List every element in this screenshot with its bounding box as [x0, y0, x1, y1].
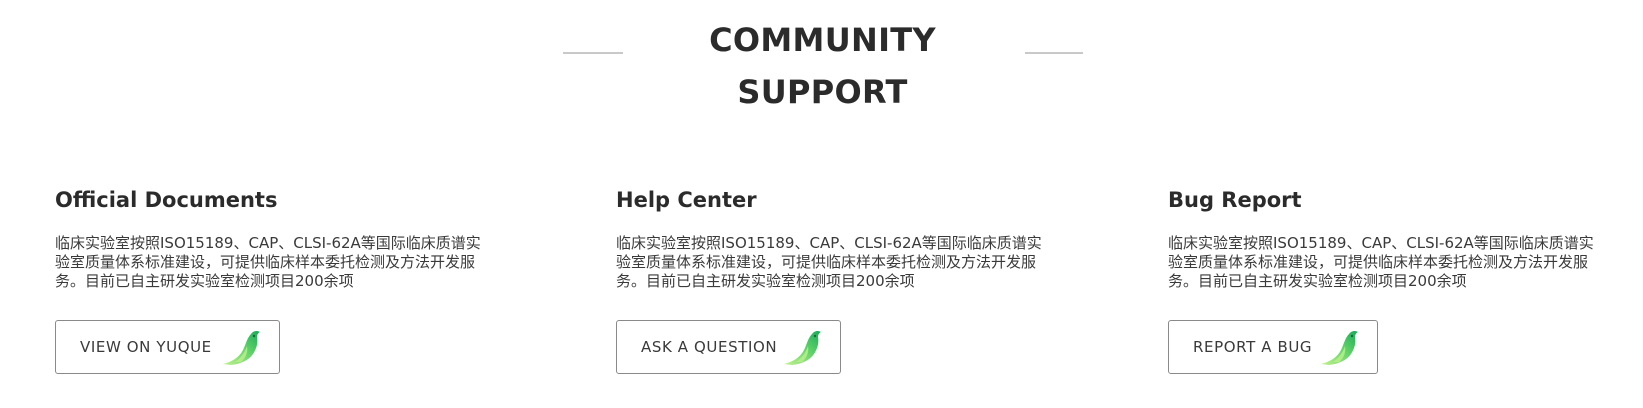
- button-label: VIEW ON YUQUE: [80, 338, 212, 356]
- button-label: REPORT A BUG: [1193, 338, 1313, 356]
- card-description: 临床实验室按照ISO15189、CAP、CLSI-62A等国际临床质谱实验室质量…: [616, 234, 1042, 290]
- header-divider-left: [563, 52, 623, 54]
- yuque-bird-icon: [1321, 330, 1358, 365]
- view-on-yuque-button[interactable]: VIEW ON YUQUE: [55, 320, 280, 374]
- section-title: COMMUNITY SUPPORT: [709, 21, 936, 111]
- card-official-documents: Official Documents 临床实验室按照ISO15189、CAP、C…: [55, 186, 525, 374]
- card-bug-report: Bug Report 临床实验室按照ISO15189、CAP、CLSI-62A等…: [1168, 186, 1638, 374]
- card-description: 临床实验室按照ISO15189、CAP、CLSI-62A等国际临床质谱实验室质量…: [1168, 234, 1594, 290]
- card-help-center: Help Center 临床实验室按照ISO15189、CAP、CLSI-62A…: [616, 186, 1086, 374]
- card-title: Official Documents: [55, 188, 278, 212]
- section-header: COMMUNITY SUPPORT: [0, 14, 1643, 111]
- header-divider-right: [1025, 52, 1083, 54]
- card-description: 临床实验室按照ISO15189、CAP、CLSI-62A等国际临床质谱实验室质量…: [55, 234, 481, 290]
- community-support-section: COMMUNITY SUPPORT Official Documents 临床实…: [0, 0, 1643, 408]
- card-title: Help Center: [616, 188, 757, 212]
- ask-a-question-button[interactable]: ASK A QUESTION: [616, 320, 841, 374]
- button-label: ASK A QUESTION: [641, 338, 778, 356]
- card-title: Bug Report: [1168, 188, 1302, 212]
- yuque-bird-icon: [223, 330, 260, 365]
- report-a-bug-button[interactable]: REPORT A BUG: [1168, 320, 1378, 374]
- yuque-bird-icon: [784, 330, 821, 365]
